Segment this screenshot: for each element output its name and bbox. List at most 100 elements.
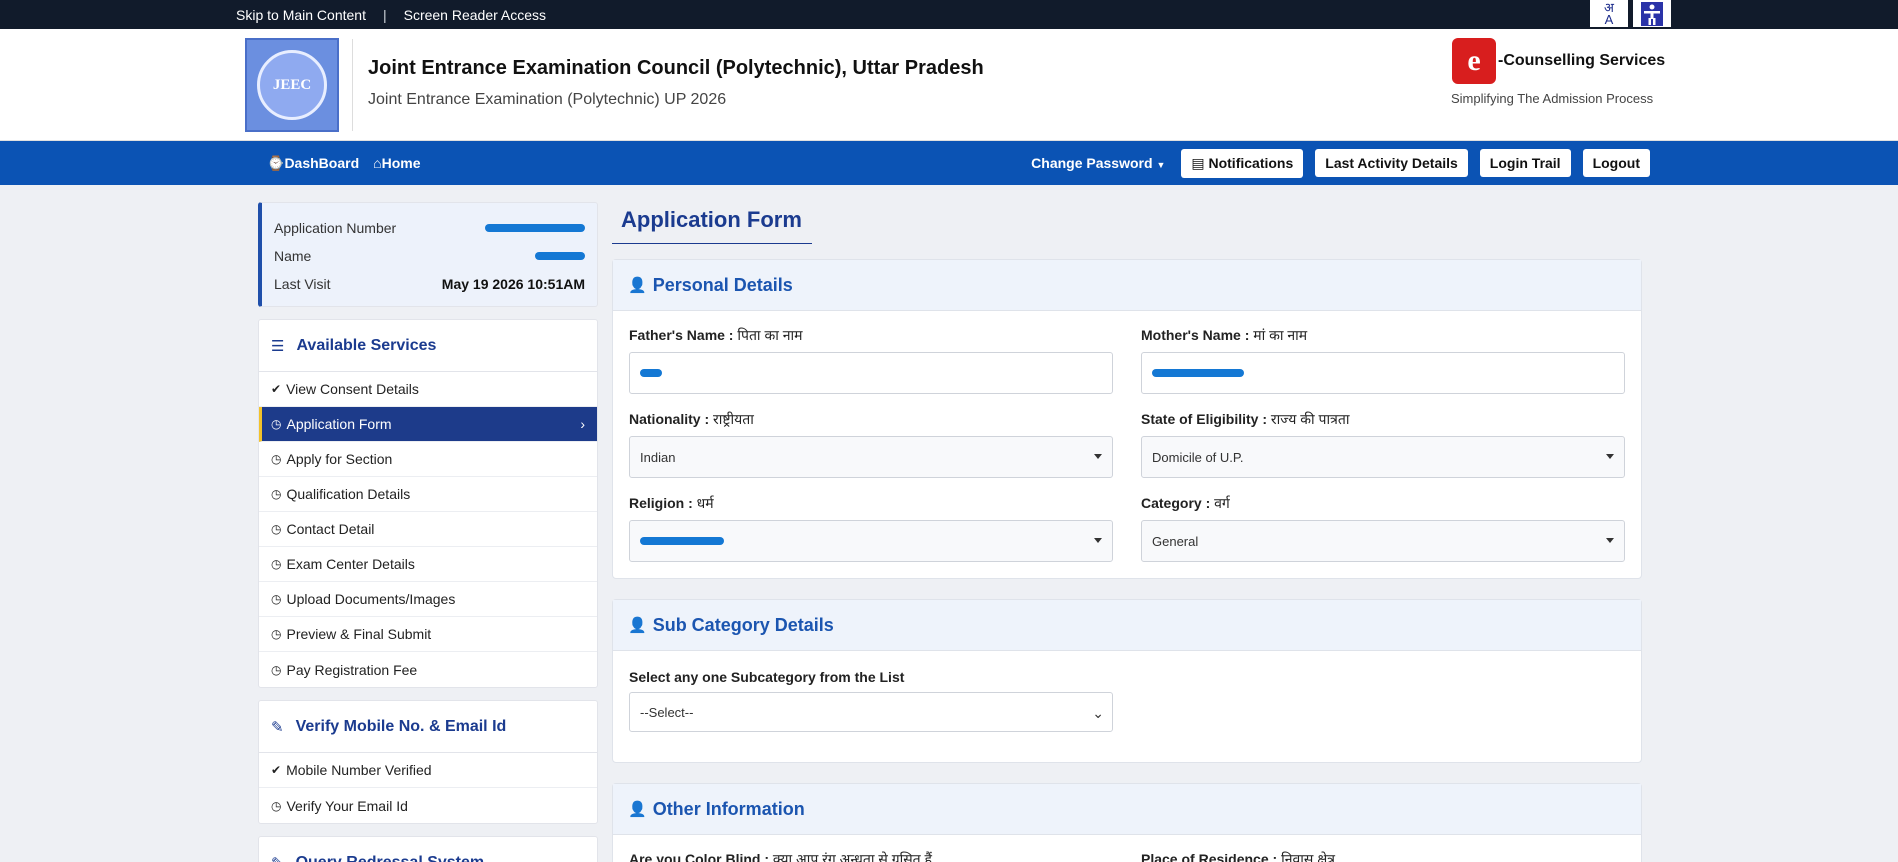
accessibility-button[interactable] bbox=[1633, 0, 1671, 27]
service-exam-center[interactable]: ◷ Exam Center Details bbox=[259, 547, 597, 582]
redacted-mother-name bbox=[1152, 369, 1244, 377]
council-title: Joint Entrance Examination Council (Poly… bbox=[368, 57, 984, 79]
dashboard-icon: ⌚ bbox=[267, 154, 285, 171]
query-title: Query Redressal System bbox=[295, 853, 485, 862]
sidebar: Application Number Name Last Visit May 1… bbox=[258, 202, 598, 862]
nationality-select[interactable]: Indian bbox=[629, 436, 1113, 478]
logout-button[interactable]: Logout bbox=[1582, 149, 1650, 177]
dashboard-link[interactable]: ⌚DashBoard bbox=[267, 155, 359, 172]
top-utility-bar: Skip to Main Content | Screen Reader Acc… bbox=[0, 0, 1898, 29]
clock-icon: ◷ bbox=[271, 592, 282, 606]
verify-card: ✎ Verify Mobile No. & Email Id ✔ Mobile N… bbox=[258, 700, 598, 824]
father-name-label: Father's Name : पिता का नाम bbox=[629, 327, 803, 343]
application-number-row: Application Number bbox=[274, 214, 585, 242]
mobile-verified-item[interactable]: ✔ Mobile Number Verified bbox=[259, 753, 597, 788]
other-information-grid: Are you Color Blind : क्या आप रंग अन्धता… bbox=[613, 835, 1641, 862]
state-eligibility-field: State of Eligibility : राज्य की पात्रता … bbox=[1141, 410, 1625, 478]
last-visit-label: Last Visit bbox=[274, 276, 331, 292]
redacted-religion bbox=[640, 537, 724, 545]
caret-down-icon: ▼ bbox=[1156, 160, 1166, 170]
clock-icon: ◷ bbox=[271, 417, 282, 431]
service-apply-section[interactable]: ◷ Apply for Section bbox=[259, 442, 597, 477]
service-view-consent[interactable]: ✔ View Consent Details bbox=[259, 372, 597, 407]
separator: | bbox=[382, 6, 387, 23]
header-divider bbox=[352, 39, 353, 131]
profile-card: Application Number Name Last Visit May 1… bbox=[258, 202, 598, 307]
exam-subtitle: Joint Entrance Examination (Polytechnic)… bbox=[368, 91, 727, 108]
last-activity-button[interactable]: Last Activity Details bbox=[1315, 149, 1468, 177]
subcategory-select-wrap: --Select-- ⌄ bbox=[613, 685, 1641, 762]
notifications-button[interactable]: ▤ Notifications bbox=[1181, 148, 1304, 178]
caret-down-icon bbox=[1094, 538, 1102, 543]
jeec-logo: JEEC bbox=[245, 38, 339, 132]
list-icon: ☰ bbox=[271, 337, 285, 355]
service-upload-documents[interactable]: ◷ Upload Documents/Images bbox=[259, 582, 597, 617]
e-logo-icon: e bbox=[1452, 38, 1496, 84]
clock-icon: ◷ bbox=[271, 798, 282, 813]
name-row: Name bbox=[274, 242, 585, 270]
screen-reader-link[interactable]: Screen Reader Access bbox=[404, 7, 546, 23]
page-title: Application Form bbox=[612, 199, 812, 244]
caret-down-icon bbox=[1094, 454, 1102, 459]
home-link[interactable]: ⌂Home bbox=[373, 155, 420, 171]
available-services-header: ☰ Available Services bbox=[259, 320, 597, 372]
verify-title: Verify Mobile No. & Email Id bbox=[295, 717, 507, 735]
caret-down-icon bbox=[1606, 538, 1614, 543]
redacted-father-name bbox=[640, 369, 662, 377]
chevron-right-icon: › bbox=[580, 416, 585, 432]
subcategory-select-label: Select any one Subcategory from the List bbox=[629, 669, 905, 685]
category-select[interactable]: General bbox=[1141, 520, 1625, 562]
religion-label: Religion : धर्म bbox=[629, 495, 714, 511]
clock-icon: ◷ bbox=[271, 557, 282, 571]
ecounselling-tagline: Simplifying The Admission Process bbox=[1451, 91, 1654, 106]
clock-icon: ◷ bbox=[271, 487, 282, 501]
verify-header: ✎ Verify Mobile No. & Email Id bbox=[259, 701, 597, 753]
service-preview-submit[interactable]: ◷ Preview & Final Submit bbox=[259, 617, 597, 652]
main-content: Application Form 👤 Personal Details Fath… bbox=[612, 199, 1642, 862]
newspaper-icon: ▤ bbox=[1191, 154, 1205, 171]
nationality-label: Nationality : राष्ट्रीयता bbox=[629, 411, 754, 427]
service-qualification[interactable]: ◷ Qualification Details bbox=[259, 477, 597, 512]
logo-emblem: JEEC bbox=[257, 50, 327, 120]
home-icon: ⌂ bbox=[373, 155, 382, 171]
skip-to-main-link[interactable]: Skip to Main Content bbox=[236, 7, 366, 23]
change-password-dropdown[interactable]: Change Password ▼ bbox=[1031, 155, 1165, 171]
edit-icon: ✎ bbox=[271, 854, 284, 862]
language-toggle-button[interactable]: अA bbox=[1590, 0, 1628, 27]
state-eligibility-value: Domicile of U.P. bbox=[1152, 449, 1244, 465]
login-trail-button[interactable]: Login Trail bbox=[1479, 149, 1571, 177]
chevron-down-icon: ⌄ bbox=[1092, 705, 1104, 721]
ecounselling-text: -Counselling Services bbox=[1498, 52, 1666, 69]
subcategory-select[interactable]: --Select-- ⌄ bbox=[629, 692, 1113, 732]
sub-category-section: 👤 Sub Category Details Select any one Su… bbox=[612, 599, 1642, 763]
nav-right: Change Password ▼ ▤ Notifications Last A… bbox=[1031, 141, 1650, 185]
religion-field: Religion : धर्म bbox=[629, 494, 1113, 562]
category-field: Category : वर्ग General bbox=[1141, 494, 1625, 562]
sub-category-header: 👤 Sub Category Details bbox=[613, 600, 1641, 651]
father-name-input[interactable] bbox=[629, 352, 1113, 394]
residence-label: Place of Residence : निवास क्षेत्र bbox=[1141, 851, 1335, 862]
name-label: Name bbox=[274, 248, 312, 264]
religion-select[interactable] bbox=[629, 520, 1113, 562]
subcategory-select-value: --Select-- bbox=[640, 704, 694, 720]
mother-name-label: Mother's Name : मां का नाम bbox=[1141, 327, 1308, 343]
language-icon: अA bbox=[1604, 0, 1614, 27]
personal-details-section: 👤 Personal Details Father's Name : पिता … bbox=[612, 259, 1642, 579]
user-icon: 👤 bbox=[628, 617, 647, 634]
service-pay-fee[interactable]: ◷ Pay Registration Fee bbox=[259, 652, 597, 687]
color-blind-label: Are you Color Blind : क्या आप रंग अन्धता… bbox=[629, 851, 932, 862]
color-blind-field: Are you Color Blind : क्या आप रंग अन्धता… bbox=[629, 850, 1113, 862]
father-name-field: Father's Name : पिता का नाम bbox=[629, 326, 1113, 394]
other-information-section: 👤 Other Information Are you Color Blind … bbox=[612, 783, 1642, 862]
service-contact[interactable]: ◷ Contact Detail bbox=[259, 512, 597, 547]
service-application-form[interactable]: ◷ Application Form › bbox=[259, 407, 597, 442]
application-number-label: Application Number bbox=[274, 220, 397, 236]
redacted-application-number bbox=[485, 224, 585, 232]
mother-name-input[interactable] bbox=[1141, 352, 1625, 394]
state-eligibility-select[interactable]: Domicile of U.P. bbox=[1141, 436, 1625, 478]
state-eligibility-label: State of Eligibility : राज्य की पात्रता bbox=[1141, 411, 1350, 427]
site-header: JEEC Joint Entrance Examination Council … bbox=[0, 29, 1898, 141]
personal-details-title: Personal Details bbox=[652, 274, 793, 295]
verify-email-item[interactable]: ◷ Verify Your Email Id bbox=[259, 788, 597, 823]
other-information-title: Other Information bbox=[652, 798, 805, 819]
